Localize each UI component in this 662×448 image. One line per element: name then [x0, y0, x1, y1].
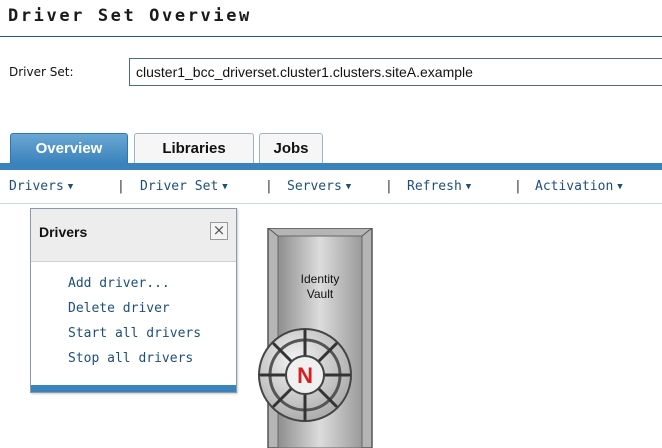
activation-menu-label: Activation [535, 179, 614, 194]
menu-separator: | [265, 179, 273, 194]
popup-menu-list: Add driver... Delete driver Start all dr… [68, 271, 201, 371]
refresh-menu-label: Refresh [407, 179, 462, 194]
stop-all-drivers-item[interactable]: Stop all drivers [68, 346, 201, 371]
close-icon[interactable]: × [210, 222, 228, 240]
caret-down-icon: ▼ [345, 182, 352, 192]
tab-overview[interactable]: Overview [10, 133, 128, 164]
activation-menu[interactable]: Activation ▼ [535, 179, 623, 194]
drivers-menu[interactable]: Drivers ▼ [9, 179, 73, 194]
page-title: Driver Set Overview [8, 6, 252, 26]
tab-libraries[interactable]: Libraries [134, 133, 254, 164]
drivers-dropdown-panel: Drivers × Add driver... Delete driver St… [30, 208, 237, 393]
driver-set-field[interactable]: cluster1_bcc_driverset.cluster1.clusters… [129, 58, 662, 86]
menu-separator: | [385, 179, 393, 194]
caret-down-icon: ▼ [465, 182, 472, 192]
menu-separator: | [117, 179, 125, 194]
driver-set-menu[interactable]: Driver Set ▼ [140, 179, 228, 194]
menu-separator: | [514, 179, 522, 194]
vault-label-line2: Vault [307, 287, 334, 301]
caret-down-icon: ▼ [617, 182, 623, 192]
add-driver-item[interactable]: Add driver... [68, 271, 201, 296]
start-all-drivers-item[interactable]: Start all drivers [68, 321, 201, 346]
caret-down-icon: ▼ [222, 182, 228, 192]
driver-set-menu-label: Driver Set [140, 179, 219, 194]
tab-underline [0, 163, 662, 170]
drivers-menu-label: Drivers [9, 179, 64, 194]
title-divider [0, 36, 662, 37]
popup-title: Drivers [39, 224, 88, 240]
identity-vault-icon[interactable]: Identity Vault N [243, 228, 375, 448]
vault-logo-letter: N [297, 363, 313, 388]
popup-header: Drivers × [31, 209, 236, 262]
delete-driver-item[interactable]: Delete driver [68, 296, 201, 321]
action-menubar: Drivers ▼ | Driver Set ▼ | Servers ▼ | Refr… [0, 170, 662, 204]
servers-menu[interactable]: Servers ▼ [287, 179, 351, 194]
popup-footer-bar [31, 385, 236, 392]
vault-label-line1: Identity [301, 272, 340, 286]
servers-menu-label: Servers [287, 179, 342, 194]
driver-set-label: Driver Set: [9, 65, 74, 79]
refresh-menu[interactable]: Refresh ▼ [407, 179, 471, 194]
caret-down-icon: ▼ [67, 182, 74, 192]
tab-jobs[interactable]: Jobs [259, 133, 323, 164]
